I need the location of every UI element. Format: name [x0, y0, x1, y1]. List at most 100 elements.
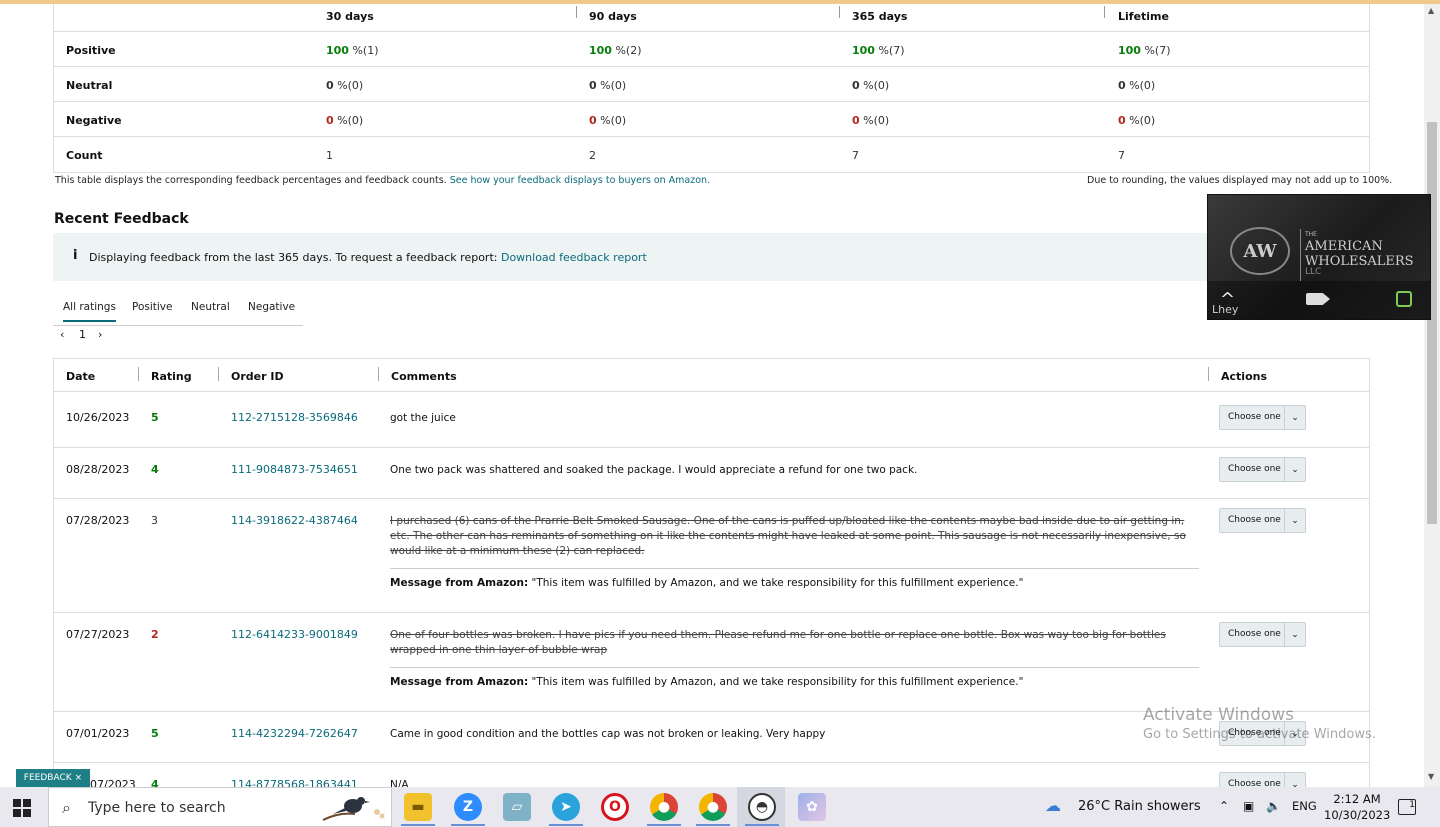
- choose-action-dropdown[interactable]: Choose one ⌄: [1219, 405, 1306, 430]
- system-clock[interactable]: 2:12 AM 10/30/2023: [1324, 791, 1390, 823]
- row-label: Neutral: [66, 79, 113, 92]
- rounding-note: Due to rounding, the values displayed ma…: [1087, 175, 1393, 186]
- buyer-display-link[interactable]: See how your feedback displays to buyers…: [450, 175, 710, 186]
- summary-row-positive: Positive 100 %(1) 100 %(2) 100 %(7) 100 …: [54, 32, 1369, 67]
- feedback-header-row: Date Rating Order ID Comments Actions: [54, 359, 1369, 392]
- language-indicator[interactable]: ENG: [1292, 799, 1317, 813]
- volume-icon[interactable]: 🔈: [1266, 799, 1281, 813]
- app-running-indicator: [549, 824, 583, 826]
- row-label: Count: [66, 149, 103, 162]
- photos-app-icon[interactable]: ◓: [748, 793, 776, 821]
- choose-action-dropdown[interactable]: Choose one ⌄: [1219, 457, 1306, 482]
- rating-cell: 5: [151, 727, 159, 740]
- taskbar-search-box[interactable]: ⌕ Type here to search: [48, 787, 392, 827]
- caller-name: Lhey: [1212, 303, 1239, 316]
- chevron-down-icon: ⌄: [1284, 458, 1305, 481]
- feedback-tab-button[interactable]: FEEDBACK ×: [16, 769, 90, 787]
- order-id-link[interactable]: 114-4232294-7262647: [231, 727, 358, 740]
- chevron-down-icon: ⌄: [1284, 623, 1305, 646]
- zoom-app-icon[interactable]: Z: [454, 793, 482, 821]
- app-running-indicator: [451, 824, 485, 826]
- next-page-icon[interactable]: ›: [98, 328, 102, 341]
- feedback-summary-table: 30 days 90 days 365 days Lifetime Positi…: [53, 4, 1370, 173]
- header-comments: Comments: [391, 370, 457, 383]
- header-divider: [1208, 367, 1209, 381]
- date-cell: 07/28/2023: [66, 514, 130, 527]
- comment-cell: got the juice: [390, 412, 456, 424]
- header-divider: [1104, 6, 1105, 18]
- tab-all-ratings[interactable]: All ratings: [63, 301, 116, 322]
- order-id-link[interactable]: 111-9084873-7534651: [231, 463, 358, 476]
- image-viewer-icon[interactable]: ✿: [798, 793, 826, 821]
- telegram-icon[interactable]: ➤: [552, 793, 580, 821]
- summary-cell: 1: [326, 149, 333, 162]
- date-cell: 07/27/2023: [66, 628, 130, 641]
- table-row: 07/28/2023 3 114-3918622-4387464 I purch…: [54, 499, 1369, 613]
- video-call-widget[interactable]: AW THE AMERICAN WHOLESALERS LLC ^ Lhey: [1207, 194, 1431, 320]
- rating-cell: 2: [151, 628, 159, 641]
- feedback-page: 30 days 90 days 365 days Lifetime Positi…: [0, 4, 1424, 787]
- pop-out-icon[interactable]: [1396, 291, 1412, 307]
- brand-line: AMERICAN: [1305, 239, 1383, 254]
- order-id-link[interactable]: 114-8778568-1863441: [231, 778, 358, 787]
- weather-icon[interactable]: ☁: [1045, 796, 1061, 815]
- close-icon[interactable]: ×: [75, 773, 83, 783]
- row-label: Negative: [66, 114, 122, 127]
- summary-row-count: Count 1 2 7 7: [54, 137, 1369, 172]
- windows-start-icon[interactable]: [13, 799, 31, 817]
- tab-positive[interactable]: Positive: [132, 301, 172, 313]
- meet-now-icon[interactable]: ▣: [1243, 799, 1254, 813]
- scroll-down-icon[interactable]: ▼: [1428, 772, 1434, 781]
- recent-feedback-title: Recent Feedback: [54, 211, 189, 227]
- rating-tabs: All ratings Positive Neutral Negative: [53, 293, 303, 326]
- removed-comment-cell: One of four bottles was broken. I have p…: [390, 629, 1166, 656]
- current-page[interactable]: 1: [79, 328, 86, 341]
- choose-action-dropdown[interactable]: Choose one ⌄: [1219, 772, 1306, 787]
- date-cell: 10/26/2023: [66, 411, 130, 424]
- video-camera-icon[interactable]: [1306, 293, 1330, 305]
- summary-cell: 0 %(0): [589, 114, 627, 127]
- removed-comment-cell: I purchased (6) cans of the Prarrie Belt…: [390, 515, 1186, 557]
- row-label: Positive: [66, 44, 116, 57]
- order-id-link[interactable]: 112-2715128-3569846: [231, 411, 358, 424]
- weather-text[interactable]: 26°C Rain showers: [1078, 799, 1201, 814]
- amazon-message: Message from Amazon: "This item was fulf…: [390, 676, 1024, 688]
- rating-cell: 5: [151, 411, 159, 424]
- divider: [390, 667, 1199, 668]
- summary-cell: 0 %(0): [852, 114, 890, 127]
- windows-taskbar: ⌕ Type here to search ▬ Z ▱ ➤ O ● ● ◓ ✿ …: [0, 787, 1440, 827]
- chrome-icon[interactable]: ●: [650, 793, 678, 821]
- tab-neutral[interactable]: Neutral: [191, 301, 230, 313]
- order-id-link[interactable]: 114-3918622-4387464: [231, 514, 358, 527]
- tab-negative[interactable]: Negative: [248, 301, 295, 313]
- prev-page-icon[interactable]: ‹: [60, 328, 64, 341]
- info-icon: i: [73, 248, 78, 263]
- search-highlight-bird-icon: [322, 797, 385, 821]
- choose-action-dropdown[interactable]: Choose one ⌄: [1219, 508, 1306, 533]
- header-divider: [378, 367, 379, 381]
- header-lifetime: Lifetime: [1118, 10, 1169, 23]
- notification-center-icon[interactable]: 1: [1398, 799, 1416, 815]
- date-cell: 08/28/2023: [66, 463, 130, 476]
- scroll-up-icon[interactable]: ▲: [1428, 6, 1434, 15]
- chrome-profile-icon[interactable]: ●: [699, 793, 727, 821]
- chevron-down-icon: ⌄: [1284, 406, 1305, 429]
- opera-browser-icon[interactable]: O: [601, 793, 629, 821]
- page-scrollbar[interactable]: ▲ ▼: [1424, 4, 1440, 787]
- app-running-indicator: [401, 824, 435, 826]
- amazon-message: Message from Amazon: "This item was fulf…: [390, 577, 1024, 589]
- header-365-days: 365 days: [852, 10, 908, 23]
- rating-cell: 4: [151, 463, 159, 476]
- order-id-link[interactable]: 112-6414233-9001849: [231, 628, 358, 641]
- summary-cell: 0 %(0): [1118, 79, 1156, 92]
- notes-app-icon[interactable]: ▱: [503, 793, 531, 821]
- summary-cell: 7: [1118, 149, 1125, 162]
- summary-cell: 100 %(7): [1118, 44, 1171, 57]
- divider: [390, 568, 1199, 569]
- download-report-link[interactable]: Download feedback report: [501, 251, 647, 264]
- chevron-up-icon[interactable]: ⌃: [1219, 799, 1229, 813]
- summary-cell: 0 %(0): [1118, 114, 1156, 127]
- file-explorer-icon[interactable]: ▬: [404, 793, 432, 821]
- choose-action-dropdown[interactable]: Choose one ⌄: [1219, 622, 1306, 647]
- scroll-thumb[interactable]: [1427, 122, 1437, 524]
